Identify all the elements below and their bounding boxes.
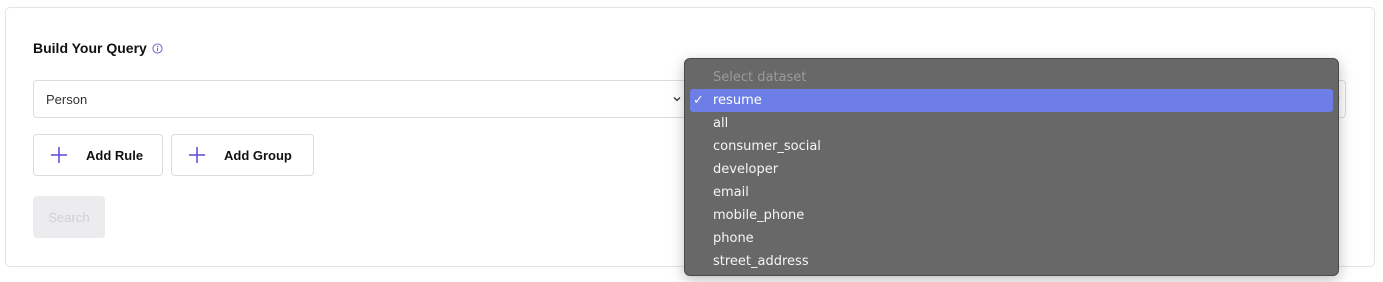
search-button-label: Search (48, 209, 90, 225)
plus-icon (51, 147, 67, 163)
dropdown-option-street-address[interactable]: street_address (690, 250, 1333, 273)
add-group-button[interactable]: Add Group (171, 134, 314, 176)
query-title: Build Your Query (33, 40, 147, 56)
dropdown-option-consumer-social[interactable]: consumer_social (690, 135, 1333, 158)
dropdown-option-all[interactable]: all (690, 112, 1333, 135)
info-icon[interactable] (152, 42, 163, 54)
add-rule-button[interactable]: Add Rule (33, 134, 163, 176)
dataset-dropdown-menu: Select dataset ✓ resume all consumer_soc… (684, 58, 1339, 276)
option-label: phone (713, 231, 754, 246)
entity-select[interactable]: Person (33, 80, 691, 118)
search-button[interactable]: Search (33, 196, 105, 238)
dropdown-option-developer[interactable]: developer (690, 158, 1333, 181)
option-label: all (713, 116, 729, 131)
chevron-down-icon (673, 97, 681, 102)
add-group-label: Add Group (224, 147, 292, 163)
option-label: consumer_social (713, 139, 821, 154)
dropdown-option-email[interactable]: email (690, 181, 1333, 204)
plus-icon (189, 147, 205, 163)
option-label: mobile_phone (713, 208, 805, 223)
option-label: street_address (713, 254, 809, 269)
entity-select-value: Person (46, 91, 88, 107)
dropdown-option-resume[interactable]: ✓ resume (690, 89, 1333, 112)
option-label: email (713, 185, 749, 200)
dropdown-option-mobile-phone[interactable]: mobile_phone (690, 204, 1333, 227)
option-label: resume (713, 93, 762, 108)
add-rule-label: Add Rule (86, 147, 144, 163)
dropdown-placeholder: Select dataset (713, 70, 807, 85)
option-label: developer (713, 162, 779, 177)
checkmark-icon: ✓ (693, 93, 704, 108)
dropdown-option-phone[interactable]: phone (690, 227, 1333, 250)
query-header: Build Your Query (33, 39, 163, 57)
